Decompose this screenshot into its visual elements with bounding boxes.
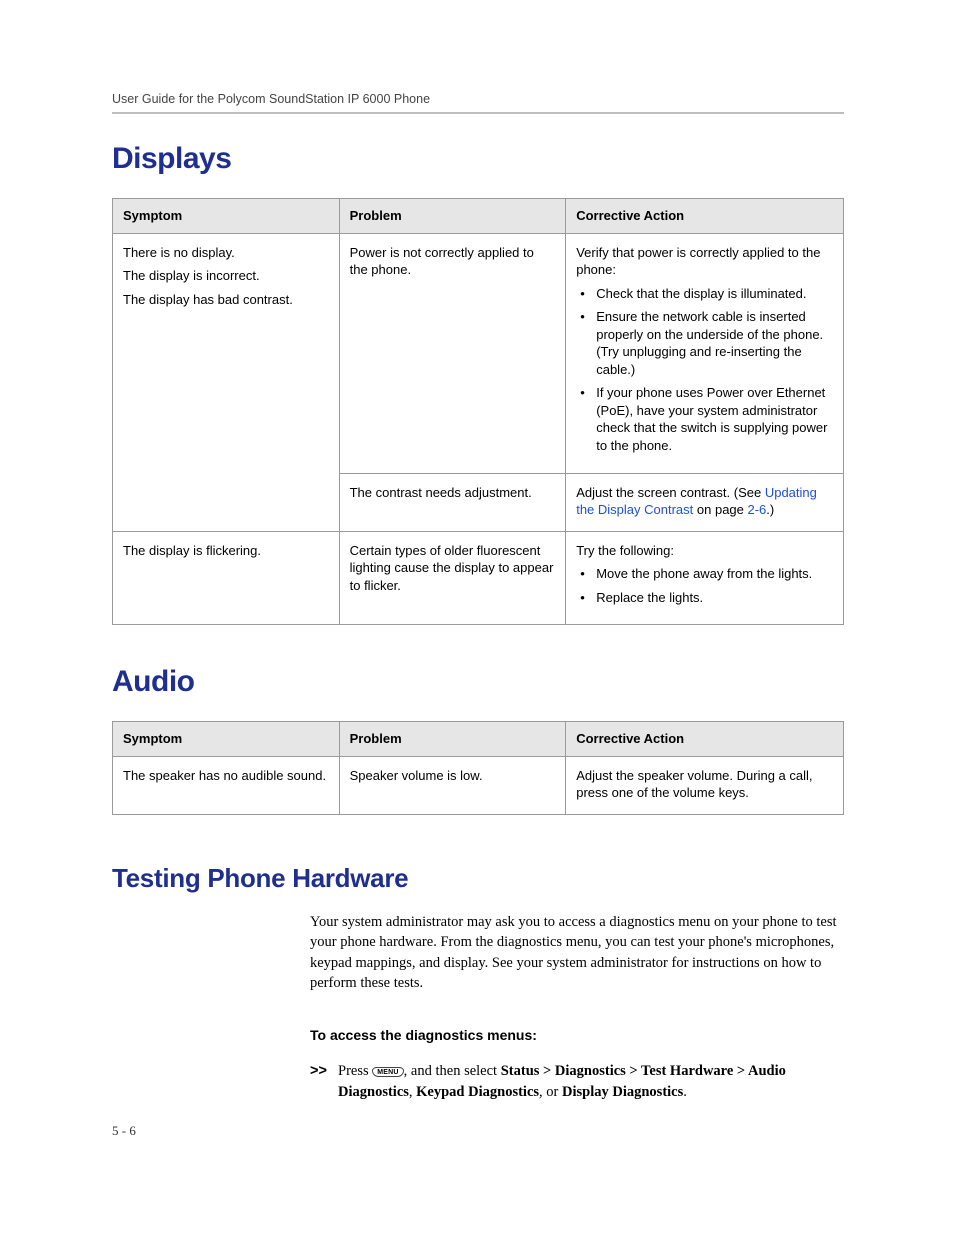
list-item: Replace the lights. bbox=[576, 589, 833, 607]
cell-problem: The contrast needs adjustment. bbox=[339, 473, 566, 531]
running-header: User Guide for the Polycom SoundStation … bbox=[112, 92, 844, 106]
cell-action: Adjust the screen contrast. (See Updatin… bbox=[566, 473, 844, 531]
audio-table: Symptom Problem Corrective Action The sp… bbox=[112, 721, 844, 815]
header-rule bbox=[112, 112, 844, 114]
th-problem: Problem bbox=[339, 722, 566, 757]
table-row: There is no display. The display is inco… bbox=[113, 233, 844, 473]
list-item: If your phone uses Power over Ethernet (… bbox=[576, 384, 833, 454]
list-item: Move the phone away from the lights. bbox=[576, 565, 833, 583]
page-number: 5 - 6 bbox=[112, 1123, 136, 1139]
cell-action: Adjust the speaker volume. During a call… bbox=[566, 756, 844, 814]
table-header-row: Symptom Problem Corrective Action bbox=[113, 199, 844, 234]
symptom-line: The display is incorrect. bbox=[123, 267, 329, 285]
step-text: , and then select bbox=[404, 1063, 501, 1079]
list-item: Ensure the network cable is inserted pro… bbox=[576, 308, 833, 378]
table-row: The display is flickering. Certain types… bbox=[113, 531, 844, 625]
menu-key-icon: MENU bbox=[372, 1067, 403, 1077]
action-intro: Try the following: bbox=[576, 542, 833, 560]
cell-problem: Power is not correctly applied to the ph… bbox=[339, 233, 566, 473]
symptom-line: The display has bad contrast. bbox=[123, 291, 329, 309]
section-title-testing: Testing Phone Hardware bbox=[112, 863, 844, 894]
cell-symptom: There is no display. The display is inco… bbox=[113, 233, 340, 531]
list-item: Check that the display is illuminated. bbox=[576, 285, 833, 303]
procedure-step: >> Press MENU, and then select Status > … bbox=[310, 1061, 844, 1103]
table-header-row: Symptom Problem Corrective Action bbox=[113, 722, 844, 757]
cell-symptom: The display is flickering. bbox=[113, 531, 340, 625]
menu-path: Display Diagnostics bbox=[562, 1084, 683, 1100]
th-action: Corrective Action bbox=[566, 199, 844, 234]
cell-problem: Certain types of older fluorescent light… bbox=[339, 531, 566, 625]
action-list: Move the phone away from the lights. Rep… bbox=[576, 565, 833, 606]
step-text: . bbox=[683, 1084, 687, 1100]
step-text: Press bbox=[338, 1063, 372, 1079]
action-text: Adjust the screen contrast. (See bbox=[576, 485, 765, 500]
step-text: , or bbox=[539, 1084, 562, 1100]
cell-action: Try the following: Move the phone away f… bbox=[566, 531, 844, 625]
cell-problem: Speaker volume is low. bbox=[339, 756, 566, 814]
th-symptom: Symptom bbox=[113, 199, 340, 234]
section-title-displays: Displays bbox=[112, 142, 844, 176]
displays-table: Symptom Problem Corrective Action There … bbox=[112, 198, 844, 625]
symptom-line: There is no display. bbox=[123, 244, 329, 262]
action-text: on page bbox=[693, 502, 747, 517]
cell-symptom: The speaker has no audible sound. bbox=[113, 756, 340, 814]
action-text: .) bbox=[766, 502, 774, 517]
th-problem: Problem bbox=[339, 199, 566, 234]
menu-path: Keypad Diagnostics bbox=[416, 1084, 539, 1100]
action-list: Check that the display is illuminated. E… bbox=[576, 285, 833, 455]
table-row: The speaker has no audible sound. Speake… bbox=[113, 756, 844, 814]
section-title-audio: Audio bbox=[112, 665, 844, 699]
body-paragraph: Your system administrator may ask you to… bbox=[310, 912, 844, 993]
procedure-heading: To access the diagnostics menus: bbox=[310, 1027, 844, 1043]
step-marker: >> bbox=[310, 1061, 327, 1082]
action-intro: Verify that power is correctly applied t… bbox=[576, 244, 833, 279]
cell-action: Verify that power is correctly applied t… bbox=[566, 233, 844, 473]
th-symptom: Symptom bbox=[113, 722, 340, 757]
th-action: Corrective Action bbox=[566, 722, 844, 757]
cross-ref-link[interactable]: 2-6 bbox=[748, 502, 767, 517]
